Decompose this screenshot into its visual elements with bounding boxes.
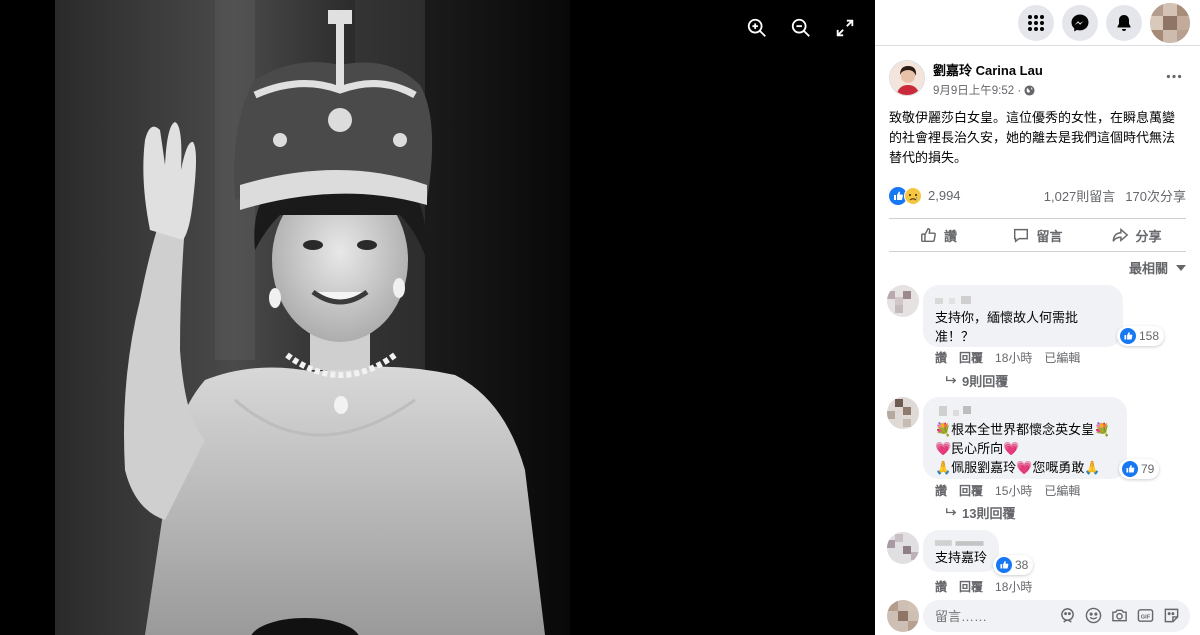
messenger-icon[interactable] — [1062, 4, 1098, 41]
globe-icon — [1024, 84, 1035, 96]
view-replies-link[interactable]: 13則回覆 — [945, 503, 1015, 522]
comment-composer: GIF — [887, 600, 1190, 632]
comment-text-line: 准！？ — [935, 329, 975, 344]
comment-label: 留言 — [1036, 228, 1063, 244]
like-button[interactable]: 讚 — [889, 226, 988, 245]
menu-grid-icon[interactable] — [1018, 4, 1054, 41]
comment-text-line: 🙏佩服劉嘉玲💗您嘅勇敢🙏 — [935, 460, 1101, 475]
post-panel: 劉嘉玲 Carina Lau 9月9日上午9:52 · 致敬伊麗莎白女皇。這位優… — [875, 0, 1200, 635]
comment-text-line: 支持嘉玲 — [935, 550, 988, 565]
user-avatar[interactable] — [1150, 2, 1190, 43]
post-header: 劉嘉玲 Carina Lau 9月9日上午9:52 · — [875, 46, 1200, 98]
commenter-avatar[interactable] — [887, 285, 919, 317]
comments-count[interactable]: 1,027則留言 — [1044, 186, 1116, 205]
gif-icon[interactable]: GIF — [1137, 607, 1154, 624]
comment-text-line: 支持你，緬懷故人何需批 — [935, 310, 1079, 325]
notifications-bell-icon[interactable] — [1106, 4, 1142, 41]
comment-time[interactable]: 18小時 — [995, 578, 1032, 595]
author-avatar[interactable] — [889, 60, 925, 96]
like-reaction-icon — [1120, 328, 1136, 344]
like-count: 158 — [1139, 329, 1160, 343]
composer-tools: GIF — [1059, 607, 1180, 624]
svg-text:GIF: GIF — [1141, 614, 1151, 620]
comment-like-button[interactable]: 讚 — [935, 349, 947, 366]
share-icon — [1113, 228, 1129, 242]
like-reaction-icon — [1122, 461, 1138, 477]
share-label: 分享 — [1135, 228, 1162, 244]
zoom-in-icon[interactable] — [743, 14, 771, 42]
camera-icon[interactable] — [1111, 607, 1128, 624]
caret-down-icon — [1176, 264, 1186, 271]
comment-item: 💐根本全世界都懷念英女皇💐 💗民心所向💗 🙏佩服劉嘉玲💗您嘅勇敢🙏 79 讚 回… — [887, 397, 1190, 527]
sad-reaction-icon — [904, 186, 922, 205]
more-options-icon[interactable] — [1162, 66, 1186, 86]
commenter-avatar[interactable] — [887, 397, 919, 429]
like-count: 79 — [1141, 462, 1155, 476]
fullscreen-icon[interactable] — [831, 14, 859, 42]
like-reaction-icon — [996, 557, 1012, 573]
replies-count: 9則回覆 — [962, 374, 1009, 389]
composer-avatar[interactable] — [887, 600, 919, 632]
top-navigation — [875, 0, 1200, 46]
post-actions: 讚 留言 分享 — [889, 218, 1186, 252]
commenter-name[interactable] — [935, 534, 987, 548]
sticker-icon[interactable] — [1163, 607, 1180, 624]
comment-icon — [1014, 228, 1029, 243]
post-photo[interactable] — [55, 0, 570, 635]
like-label: 讚 — [943, 228, 957, 244]
comment-text-line: 💐根本全世界都懷念英女皇💐 — [935, 422, 1111, 437]
post-author[interactable]: 劉嘉玲 Carina Lau — [933, 60, 1043, 79]
replies-count: 13則回覆 — [962, 506, 1016, 521]
photo-viewer — [0, 0, 875, 635]
comment-edited: 已編輯 — [1044, 351, 1081, 365]
post-timestamp[interactable]: 9月9日上午9:52 · — [933, 82, 1021, 98]
viewer-toolbar — [743, 14, 859, 42]
avatar-sticker-icon[interactable] — [1059, 607, 1076, 624]
comment-sort-dropdown[interactable]: 最相關 — [1129, 258, 1186, 277]
comment-time[interactable]: 15小時 — [995, 482, 1032, 499]
sort-label: 最相關 — [1128, 261, 1168, 276]
comment-item: 支持你，緬懷故人何需批 准！？ 158 讚 回覆 18小時 已編輯 9則回覆 — [887, 285, 1190, 389]
view-replies-link[interactable]: 9則回覆 — [945, 371, 1008, 390]
reactions-count[interactable]: 2,994 — [928, 188, 961, 203]
comment-reply-button[interactable]: 回覆 — [959, 482, 983, 499]
reply-arrow-icon — [946, 376, 957, 384]
comment-edited: 已編輯 — [1044, 484, 1081, 498]
comment-like-count[interactable]: 158 — [1117, 326, 1165, 346]
comment-text-line: 💗民心所向💗 — [935, 441, 1020, 456]
post-stats: 2,994 1,027則留言 170次分享 — [889, 186, 1186, 205]
comment-like-count[interactable]: 79 — [1119, 459, 1160, 479]
post-body: 致敬伊麗莎白女皇。這位優秀的女性，在瞬息萬變的社會裡長治久安，她的離去是我們這個… — [889, 110, 1176, 165]
thumbs-up-icon — [921, 227, 936, 243]
comment-actions: 讚 回覆 18小時 — [935, 578, 1032, 595]
comment-time[interactable]: 18小時 — [995, 349, 1032, 366]
comment-reply-button[interactable]: 回覆 — [959, 349, 983, 366]
commenter-avatar[interactable] — [887, 532, 919, 564]
commenter-name[interactable] — [935, 404, 1115, 420]
reaction-icons[interactable] — [889, 186, 922, 205]
comment-item: 支持嘉玲 38 讚 回覆 18小時 — [887, 530, 1190, 595]
comment-like-button[interactable]: 讚 — [935, 578, 947, 595]
comment-bubble: 支持你，緬懷故人何需批 准！？ — [923, 285, 1123, 347]
zoom-out-icon[interactable] — [787, 14, 815, 42]
commenter-name[interactable] — [935, 292, 1111, 308]
comment-button[interactable]: 留言 — [988, 226, 1087, 245]
comment-like-count[interactable]: 38 — [993, 555, 1034, 575]
emoji-icon[interactable] — [1085, 607, 1102, 624]
comment-actions: 讚 回覆 15小時 已編輯 — [935, 482, 1080, 499]
reply-arrow-icon — [946, 508, 957, 516]
comment-reply-button[interactable]: 回覆 — [959, 578, 983, 595]
comment-actions: 讚 回覆 18小時 已編輯 — [935, 349, 1080, 366]
like-count: 38 — [1015, 558, 1029, 572]
comment-bubble: 支持嘉玲 — [923, 530, 999, 572]
shares-count[interactable]: 170次分享 — [1125, 186, 1186, 205]
share-button[interactable]: 分享 — [1087, 226, 1186, 245]
comment-like-button[interactable]: 讚 — [935, 482, 947, 499]
comment-bubble: 💐根本全世界都懷念英女皇💐 💗民心所向💗 🙏佩服劉嘉玲💗您嘅勇敢🙏 — [923, 397, 1127, 479]
